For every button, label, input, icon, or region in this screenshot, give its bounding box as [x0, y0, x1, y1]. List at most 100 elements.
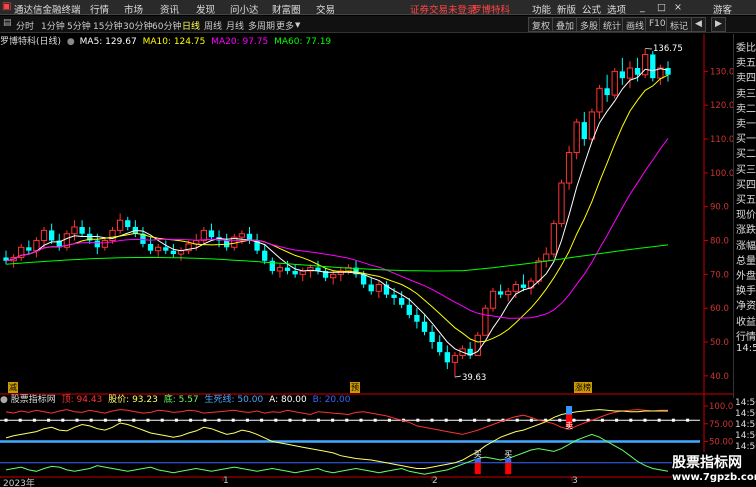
sidebar-item[interactable]: 买四 [736, 176, 756, 191]
candle-body-down [399, 298, 405, 305]
sidebar-item[interactable]: 买三 [736, 161, 756, 176]
maximize-button[interactable]: □ [657, 2, 666, 13]
time-axis-month-3: 3 [572, 476, 578, 486]
period-tab-30min[interactable]: 30分钟 [123, 19, 152, 32]
menu-item-formula[interactable]: 公式 [582, 2, 601, 16]
candle-body-down [497, 291, 504, 295]
a-line-dot [260, 418, 264, 422]
menu-item-market-quote[interactable]: 行情 [90, 2, 109, 16]
price-tick-label: 70.0 [710, 270, 729, 280]
price-tick-label: 40.0 [710, 372, 729, 382]
sidebar-item[interactable]: 行情 [736, 328, 756, 343]
sidebar-item[interactable]: 收益 [736, 313, 756, 328]
menu-item-ask[interactable]: 问小达 [230, 2, 259, 16]
menu-item-function[interactable]: 功能 [532, 2, 551, 16]
period-tab-multi[interactable]: 多周期 [248, 19, 275, 32]
candle-body-up [611, 70, 618, 96]
period-tab-monthly[interactable]: 月线 [226, 19, 244, 32]
candle-body-down [292, 270, 298, 275]
sidebar-item[interactable]: 买一 [736, 130, 756, 145]
time-axis-month-1: 1 [223, 476, 229, 486]
period-tab-more[interactable]: 更多 [276, 19, 294, 32]
period-tab-tick[interactable]: 分时 [16, 19, 34, 32]
indicator-bottom-value: 底: 5.57 [163, 395, 199, 405]
sidebar-item[interactable]: 换手 [736, 282, 756, 297]
adjust-rights-button[interactable]: 复权 [528, 17, 555, 32]
chart-toggle-icon[interactable]: ▤ [3, 18, 12, 28]
period-tab-weekly[interactable]: 周线 [204, 19, 222, 32]
buy-signal-1-label: 买 [474, 450, 482, 459]
sidebar-item[interactable]: 卖三 [736, 85, 756, 100]
period-tab-60min[interactable]: 60分钟 [152, 19, 181, 32]
a-line-dot [146, 418, 150, 422]
sidebar-item[interactable]: 卖四 [736, 69, 756, 84]
menu-item-market[interactable]: 市场 [124, 2, 143, 16]
candle-body-down [284, 267, 291, 271]
guest-user[interactable]: 游客 [713, 2, 732, 16]
indicator-settings-icon[interactable]: ● [0, 395, 8, 405]
nav-forward-button[interactable]: ▶ [711, 17, 726, 32]
candle-body-down [26, 247, 32, 251]
a-line-dot [615, 418, 619, 422]
candle-body-down [437, 342, 443, 353]
menu-item-wealth[interactable]: 财富圈 [272, 2, 301, 16]
moving-average-lines [5, 68, 669, 356]
candle-body-up [512, 284, 519, 292]
candle-body-up [238, 233, 246, 238]
ma10-line [5, 74, 669, 343]
sidebar-item[interactable]: 涨幅 [736, 237, 756, 252]
menu-item-new-version[interactable]: 新版 [557, 2, 576, 16]
menu-item-news[interactable]: 资讯 [160, 2, 179, 16]
login-notice[interactable]: 证券交易未登录 [410, 2, 477, 16]
candle-body-down [604, 88, 610, 96]
event-marker-gain-list[interactable]: 涨榜 [574, 382, 592, 393]
candle-body-up [155, 246, 162, 252]
a-line-dot [473, 418, 477, 422]
candle-body-down [406, 304, 412, 315]
sidebar-item[interactable]: 卖一 [736, 115, 756, 130]
nav-back-button[interactable]: ◀ [691, 17, 706, 32]
a-line-dot [4, 418, 8, 422]
more-dropdown-icon[interactable]: ▼ [295, 21, 300, 29]
a-line-dot [189, 418, 193, 422]
sidebar-item[interactable]: 涨跌 [736, 221, 756, 236]
sidebar-item[interactable]: 卖五 [736, 54, 756, 69]
time-axis-month-2: 2 [432, 476, 438, 486]
a-line-dot [203, 418, 207, 422]
price-tick-label: 120.0 [710, 101, 733, 111]
candle-body-down [581, 122, 587, 140]
menu-item-discover[interactable]: 发现 [196, 2, 215, 16]
menu-item-trade[interactable]: 交易 [316, 2, 335, 16]
sidebar-item[interactable]: 委比 [736, 39, 756, 54]
close-button[interactable]: × [674, 2, 682, 13]
candle-body-down [79, 226, 85, 234]
sidebar-item[interactable]: 买五 [736, 191, 756, 206]
candle-body-down [444, 352, 450, 363]
kline-chart[interactable]: 130.0 120.0 110.0 100.0 90.0 80.0 70.0 60.0 50.0… [0, 34, 733, 487]
menu-item-options[interactable]: 选项 [607, 2, 626, 16]
a-line-dot [373, 418, 377, 422]
sidebar-item[interactable]: 买二 [736, 145, 756, 160]
period-tab-5min[interactable]: 5分钟 [67, 19, 91, 32]
period-tab-15min[interactable]: 15分钟 [93, 19, 122, 32]
candle-body-up [596, 87, 603, 113]
period-tab-1min[interactable]: 1分钟 [41, 19, 65, 32]
sidebar-item[interactable]: 总量 [736, 252, 756, 267]
a-line-dot [132, 418, 136, 422]
sidebar-item[interactable]: 净资 [736, 297, 756, 312]
minimize-button[interactable]: _ [640, 2, 645, 13]
candle-body-up [33, 240, 40, 252]
event-marker-forecast[interactable]: 预 [350, 382, 360, 393]
sidebar-item[interactable]: 现价 [736, 206, 756, 221]
overlay-button[interactable]: 叠加 [552, 17, 579, 32]
a-line-dot [629, 418, 633, 422]
sidebar-item[interactable]: 外盘 [736, 267, 756, 282]
sidebar-item[interactable]: 卖二 [736, 100, 756, 115]
sidebar-item[interactable]: 14:50 [736, 343, 756, 354]
a-line-dot [47, 418, 51, 422]
indicator-a-value: A: 80.00 [269, 395, 307, 405]
mark-button[interactable]: 标记 [666, 17, 693, 32]
candle-body-up [116, 219, 124, 231]
candle-body-up [626, 67, 634, 79]
period-tab-daily[interactable]: 日线 [182, 19, 200, 32]
